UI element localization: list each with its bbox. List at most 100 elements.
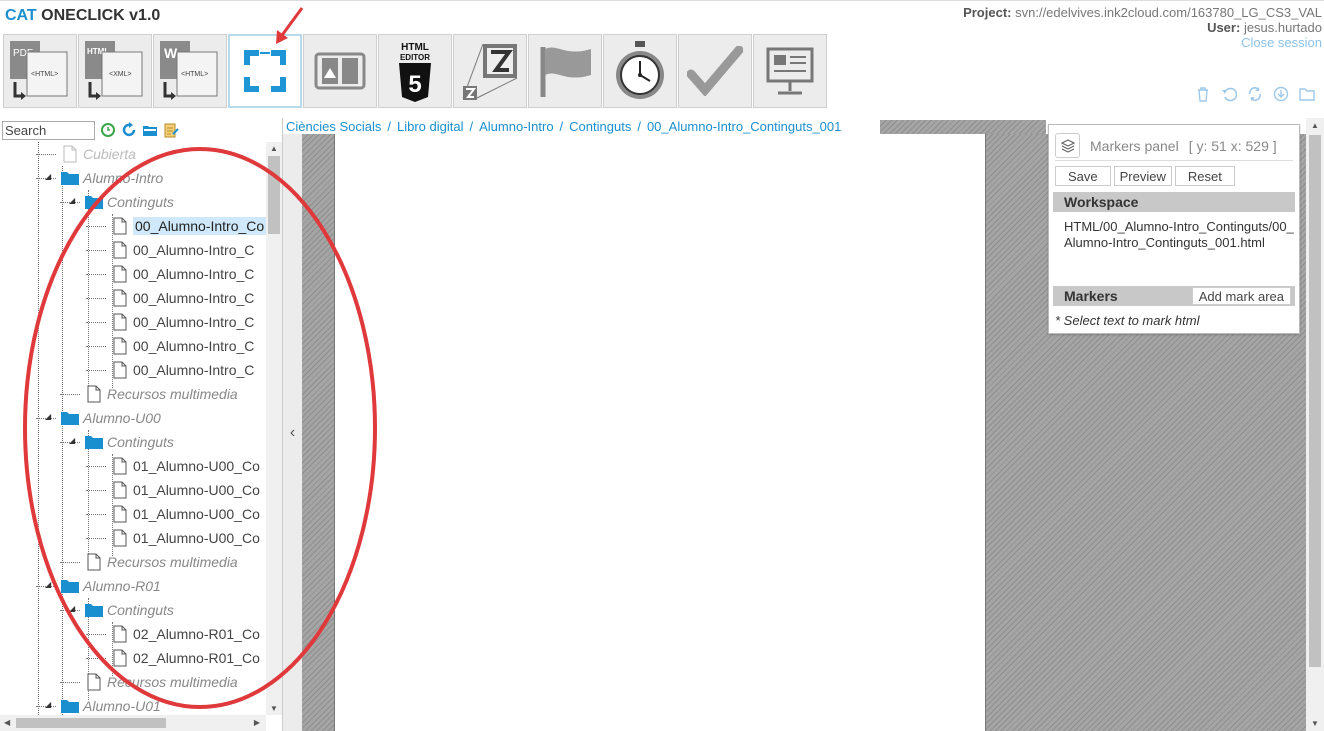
undo-icon[interactable] [1219,85,1238,102]
stopwatch-button[interactable] [603,34,677,108]
tree-folder-node[interactable]: ◢ Alumno-R01 [45,574,161,598]
tree-connector [86,490,106,491]
html-page-preview[interactable] [334,134,986,731]
html-to-xml-label-b: <XML> [109,71,132,78]
tree-horizontal-scrollbar[interactable]: ◀ ▶ [0,715,266,731]
breadcrumb-item[interactable]: 00_Alumno-Intro_Continguts_001 [647,119,841,134]
tree-connector [86,298,106,299]
tree-file-node[interactable]: 01_Alumno-U00_Co [110,478,260,502]
file-icon [110,312,130,332]
tree-file-node[interactable]: Recursos multimedia [84,670,238,694]
project-label: Project: [963,5,1012,20]
chevron-left-icon: ‹ [289,423,296,441]
scroll-down-arrow-icon[interactable]: ▼ [270,704,278,713]
file-icon [84,552,104,572]
refresh-icon[interactable] [120,122,137,139]
main-scroll-up-arrow-icon[interactable]: ▲ [1311,121,1319,130]
breadcrumb-item[interactable]: Libro digital [397,119,464,134]
expand-toggle-icon[interactable]: ◢ [45,172,51,181]
tree-file-node[interactable]: 01_Alumno-U00_Co [110,526,260,550]
scroll-left-arrow-icon[interactable]: ◀ [4,718,10,727]
tree-connector [86,466,106,467]
tree-node-label: Continguts [107,602,174,618]
tree-file-node[interactable]: 00_Alumno-Intro_C [110,334,254,358]
expand-toggle-icon[interactable]: ◢ [45,580,51,589]
trash-icon[interactable] [1193,85,1212,102]
tree-folder-node[interactable]: ◢ Continguts [69,190,174,214]
tree-folder-node[interactable]: ◢ Continguts [69,430,174,454]
expand-toggle-icon[interactable]: ◢ [69,196,75,205]
breadcrumb-item[interactable]: Continguts [569,119,631,134]
validate-button[interactable] [678,34,752,108]
download-icon[interactable] [1271,85,1290,102]
tree-file-node[interactable]: 00_Alumno-Intro_C [110,238,254,262]
breadcrumb-item[interactable]: Ciències Socials [286,119,381,134]
tree-node-label: 00_Alumno-Intro_C [133,290,255,306]
main-vertical-thumb[interactable] [1309,135,1321,667]
tree-file-node[interactable]: 00_Alumno-Intro_C [110,286,254,310]
tree-connector [86,634,106,635]
sync-icon[interactable] [1245,85,1264,102]
main-scroll-down-arrow-icon[interactable]: ▼ [1311,719,1319,728]
tree-connector [86,538,106,539]
tree-vertical-thumb[interactable] [268,156,280,234]
html-to-xml-button[interactable]: HTML <XML> [78,34,152,108]
edit-document-icon[interactable] [162,122,179,139]
save-button[interactable]: Save [1055,166,1111,186]
reset-button[interactable]: Reset [1174,166,1235,186]
tree-folder-node[interactable]: ◢ Alumno-U01 [45,694,161,715]
tree-file-node[interactable]: 00_Alumno-Intro_C [110,358,254,382]
folder-icon[interactable] [1297,85,1316,102]
tree-folder-node[interactable]: ◢ Alumno-U00 [45,406,161,430]
collapse-panel-handle[interactable]: ‹ [283,134,302,731]
flag-button[interactable] [528,34,602,108]
tree-node-label: Alumno-U00 [83,410,161,426]
tree-connector [86,226,106,227]
book-button[interactable] [303,34,377,108]
html5-editor-button[interactable]: HTML EDITOR 5 [378,34,452,108]
expand-toggle-icon[interactable]: ◢ [69,436,75,445]
tree-folder-node[interactable]: ◢ Continguts [69,598,174,622]
tree-file-node[interactable]: Recursos multimedia [84,382,238,406]
tree-file-node[interactable]: 00_Alumno-Intro_Co [110,214,266,238]
tree-file-node[interactable]: 01_Alumno-U00_Co [110,454,260,478]
add-mark-area-button[interactable]: Add mark area [1191,287,1291,305]
tree-file-node[interactable]: 02_Alumno-R01_Co [110,646,260,670]
expand-toggle-icon[interactable]: ◢ [45,412,51,421]
tree-file-node[interactable]: 02_Alumno-R01_Co [110,622,260,646]
main-vertical-scrollbar[interactable]: ▲ ▼ [1306,118,1324,731]
expand-toggle-icon[interactable]: ◢ [69,604,75,613]
file-icon [110,240,130,260]
search-input[interactable] [2,120,95,140]
markers-tool-button[interactable] [228,34,302,108]
tree-folder-node[interactable]: ◢ Alumno-Intro [45,166,163,190]
tree-file-node[interactable]: 00_Alumno-Intro_C [110,310,254,334]
scroll-right-arrow-icon[interactable]: ▶ [254,718,260,727]
markers-panel-title: Markers panel [1090,137,1179,154]
expand-toggle-icon[interactable]: ◢ [45,700,51,709]
tree-horizontal-thumb[interactable] [16,718,166,728]
layers-icon[interactable] [1055,133,1080,158]
tree-file-node[interactable]: 01_Alumno-U00_Co [110,502,260,526]
scroll-up-arrow-icon[interactable]: ▲ [270,144,278,153]
preview-button[interactable]: Preview [1113,166,1172,186]
word-to-html-label-a: W [164,45,178,61]
pdf-to-html-button[interactable]: PDF <HTML> [3,34,77,108]
markers-panel: Markers panel [ y: 51 x: 529 ] Save Prev… [1048,124,1300,334]
history-icon[interactable] [99,122,116,139]
close-session-link[interactable]: Close session [963,35,1322,50]
tree-vertical-scrollbar[interactable]: ▲ ▼ [266,142,282,715]
tree-file-node[interactable]: Cubierta [60,142,136,166]
tree-connector [60,562,80,563]
tree-file-node[interactable]: 00_Alumno-Intro_C [110,262,254,286]
new-folder-icon[interactable] [141,122,158,139]
header: CAT ONECLICK v1.0 Project: svn://edelviv… [0,0,1324,118]
breadcrumb-item[interactable]: Alumno-Intro [479,119,553,134]
word-to-html-button[interactable]: W <HTML> [153,34,227,108]
markers-hint: * Select text to mark html [1055,313,1200,328]
app-window: CAT ONECLICK v1.0 Project: svn://edelviv… [0,0,1324,731]
presentation-button[interactable] [753,34,827,108]
zoom-z-button[interactable] [453,34,527,108]
tree-node-label: 00_Alumno-Intro_C [133,266,255,282]
tree-file-node[interactable]: Recursos multimedia [84,550,238,574]
